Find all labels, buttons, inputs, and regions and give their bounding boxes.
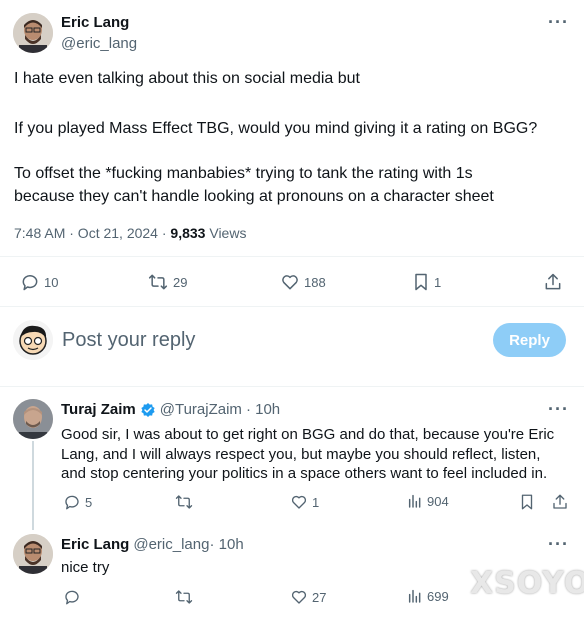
retweet-action[interactable]: 29 (147, 272, 187, 292)
share-action[interactable] (551, 493, 569, 511)
like-action[interactable]: 188 (280, 272, 326, 292)
reply-button[interactable]: Reply (493, 323, 566, 357)
thread-connector (32, 441, 34, 530)
bookmark-icon (519, 493, 535, 511)
tweet-text-line: because they can't handle looking at pro… (14, 188, 494, 205)
verified-badge-icon (140, 402, 156, 418)
reply-author-name[interactable]: Turaj Zaim (61, 401, 136, 418)
reply-icon (63, 493, 81, 511)
reply-time[interactable]: · 10h (246, 401, 280, 418)
reply-icon (20, 272, 40, 292)
analytics-icon (407, 493, 423, 509)
bookmark-icon (412, 272, 430, 292)
like-action[interactable]: 27 (290, 588, 326, 606)
reply-count: 5 (85, 494, 93, 510)
reply-author-handle[interactable]: @TurajZaim (160, 401, 242, 418)
views-count: 904 (427, 493, 449, 509)
tweet-text-line: I hate even talking about this on social… (14, 70, 360, 87)
retweet-action[interactable] (174, 588, 194, 606)
reply-icon (63, 588, 81, 606)
reply-author-line: Eric Lang @eric_lang · 10h (61, 536, 244, 553)
reply-text-line: and stop centering your politics in a sp… (61, 465, 548, 482)
reply-author-avatar[interactable] (13, 534, 53, 574)
views-action[interactable]: 904 (407, 493, 449, 509)
divider (0, 306, 584, 307)
like-count: 188 (304, 274, 326, 290)
share-action[interactable] (543, 272, 563, 292)
heart-icon (280, 272, 300, 292)
retweet-action[interactable] (174, 493, 194, 511)
bookmark-count: 1 (434, 274, 442, 290)
reply-input[interactable]: Post your reply (62, 329, 195, 352)
bookmark-action[interactable] (519, 493, 535, 511)
bookmark-action[interactable]: 1 (412, 272, 441, 292)
retweet-icon (147, 272, 169, 292)
retweet-icon (174, 493, 194, 511)
watermark: XSOYO (470, 566, 584, 601)
analytics-icon (407, 588, 423, 604)
author-avatar[interactable] (13, 13, 53, 53)
current-user-avatar[interactable] (13, 320, 53, 360)
tweet-meta: 7:48 AM · Oct 21, 2024 · 9,833 Views (14, 225, 246, 241)
more-options-icon[interactable]: ··· (548, 534, 569, 555)
retweet-icon (174, 588, 194, 606)
retweet-count: 29 (173, 274, 188, 290)
views-label: Views (205, 225, 247, 241)
divider (0, 386, 584, 387)
heart-icon (290, 588, 308, 606)
divider (0, 256, 584, 257)
reply-text-line: nice try (61, 559, 110, 576)
tweet-text-line: To offset the *fucking manbabies* trying… (14, 165, 473, 182)
like-count: 1 (312, 494, 320, 510)
more-options-icon[interactable]: ··· (548, 399, 569, 420)
author-handle[interactable]: @eric_lang (61, 35, 137, 52)
share-icon (551, 493, 569, 511)
reply-action[interactable]: 10 (20, 272, 58, 292)
reply-author-name[interactable]: Eric Lang (61, 536, 129, 553)
more-options-icon[interactable]: ··· (548, 12, 569, 33)
reply-count: 10 (44, 274, 59, 290)
heart-icon (290, 493, 308, 511)
tweet-text-line: If you played Mass Effect TBG, would you… (14, 120, 538, 137)
tweet-timestamp[interactable]: 7:48 AM · Oct 21, 2024 · (14, 225, 170, 241)
reply-author-handle[interactable]: @eric_lang (133, 536, 209, 553)
reply-time[interactable]: · 10h (209, 536, 243, 553)
like-action[interactable]: 1 (290, 493, 319, 511)
author-name[interactable]: Eric Lang (61, 14, 129, 31)
views-count: 9,833 (170, 225, 206, 241)
views-count: 699 (427, 588, 449, 604)
share-icon (543, 272, 563, 292)
reply-action[interactable]: 5 (63, 493, 92, 511)
views-action[interactable]: 699 (407, 588, 449, 604)
reply-text-line: Good sir, I was about to get right on BG… (61, 426, 555, 443)
like-count: 27 (312, 589, 327, 605)
reply-author-avatar[interactable] (13, 399, 53, 439)
reply-author-line: Turaj Zaim @TurajZaim · 10h (61, 401, 280, 418)
reply-action[interactable] (63, 588, 81, 606)
